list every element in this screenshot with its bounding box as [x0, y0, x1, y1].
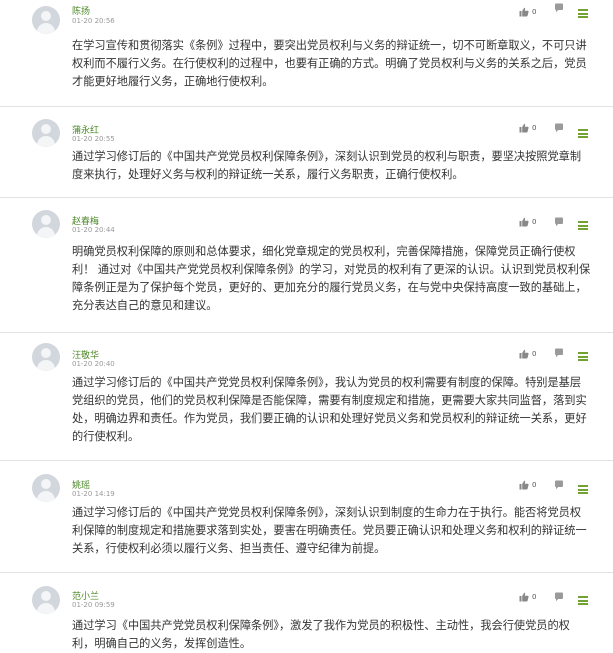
comment-time: 01-20 20:56: [72, 17, 115, 25]
thumbs-up-icon: [519, 7, 529, 17]
like-button[interactable]: 0: [519, 590, 536, 604]
comment-time: 01-20 20:40: [72, 360, 115, 368]
comment-text: 明确党员权利保障的原则和总体要求，细化党章规定的党员权利，完善保障措施，保障党员…: [72, 245, 591, 312]
comment-time: 01-20 20:55: [72, 135, 115, 143]
thumbs-up-icon: [519, 349, 529, 359]
thumbs-up-icon: [519, 480, 529, 490]
comment-text: 在学习宣传和贯彻落实《条例》过程中，要突出党员权利与义务的辩证统一，切不可断章取…: [72, 39, 587, 88]
comment-text: 通过学习修订后的《中国共产党党员权利保障条例》，深刻认识到党员的权利与职责，要坚…: [72, 150, 582, 181]
like-count: 0: [532, 592, 537, 601]
thumbs-up-icon: [519, 592, 529, 602]
comment-time: 01-20 14:19: [72, 490, 115, 498]
avatar[interactable]: [32, 119, 60, 147]
thumbs-up-icon: [519, 217, 529, 227]
reply-icon[interactable]: [554, 217, 564, 227]
comment-text: 通过学习修订后的《中国共产党党员权利保障条例》，深刻认识到制度的生命力在于执行。…: [72, 506, 587, 555]
like-button[interactable]: 0: [519, 347, 536, 361]
comment-text: 通过学习修订后的《中国共产党党员权利保障条例》，我认为党员的权利需要有制度的保障…: [72, 376, 587, 443]
reply-icon[interactable]: [554, 348, 564, 358]
comment-time: 01-20 20:44: [72, 226, 115, 234]
reply-icon[interactable]: [554, 3, 564, 13]
comment-item: 范小兰 01-20 09:59 0 通过学习《中国共产党党员权利保障条例》，激发…: [0, 573, 613, 653]
comment-item: 蒲永红 01-20 20:55 0 通过学习修订后的《中国共产党党员权利保障条例…: [0, 107, 613, 198]
more-menu-icon[interactable]: [578, 352, 588, 361]
comment-author[interactable]: 陈扬: [72, 4, 90, 17]
comment-item: 汪敬华 01-20 20:40 0 通过学习修订后的《中国共产党党员权利保障条例…: [0, 333, 613, 461]
avatar[interactable]: [32, 474, 60, 502]
more-menu-icon[interactable]: [578, 485, 588, 494]
more-menu-icon[interactable]: [578, 221, 588, 230]
like-button[interactable]: 0: [519, 5, 536, 19]
more-menu-icon[interactable]: [578, 9, 588, 18]
like-button[interactable]: 0: [519, 121, 536, 135]
like-count: 0: [532, 217, 537, 226]
avatar[interactable]: [32, 343, 60, 371]
reply-icon[interactable]: [554, 123, 564, 133]
more-menu-icon[interactable]: [578, 596, 588, 605]
reply-icon[interactable]: [554, 480, 564, 490]
more-menu-icon[interactable]: [578, 129, 588, 138]
comment-list: 陈扬 01-20 20:56 0 在学习宣传和贯彻落实《条例》过程中，要突出党员…: [0, 0, 613, 653]
like-count: 0: [532, 349, 537, 358]
avatar[interactable]: [32, 586, 60, 614]
thumbs-up-icon: [519, 123, 529, 133]
like-button[interactable]: 0: [519, 478, 536, 492]
comment-text: 通过学习《中国共产党党员权利保障条例》，激发了我作为党员的积极性、主动性，我会行…: [72, 619, 570, 650]
reply-icon[interactable]: [554, 592, 564, 602]
like-button[interactable]: 0: [519, 215, 536, 229]
avatar[interactable]: [32, 210, 60, 238]
like-count: 0: [532, 480, 537, 489]
comment-time: 01-20 09:59: [72, 601, 115, 609]
like-count: 0: [532, 7, 537, 16]
comment-item: 陈扬 01-20 20:56 0 在学习宣传和贯彻落实《条例》过程中，要突出党员…: [0, 0, 613, 107]
comment-item: 赵春梅 01-20 20:44 0 明确党员权利保障的原则和总体要求，细化党章规…: [0, 198, 613, 333]
like-count: 0: [532, 123, 537, 132]
comment-item: 姚瑶 01-20 14:19 0 通过学习修订后的《中国共产党党员权利保障条例》…: [0, 461, 613, 573]
avatar[interactable]: [32, 6, 60, 34]
